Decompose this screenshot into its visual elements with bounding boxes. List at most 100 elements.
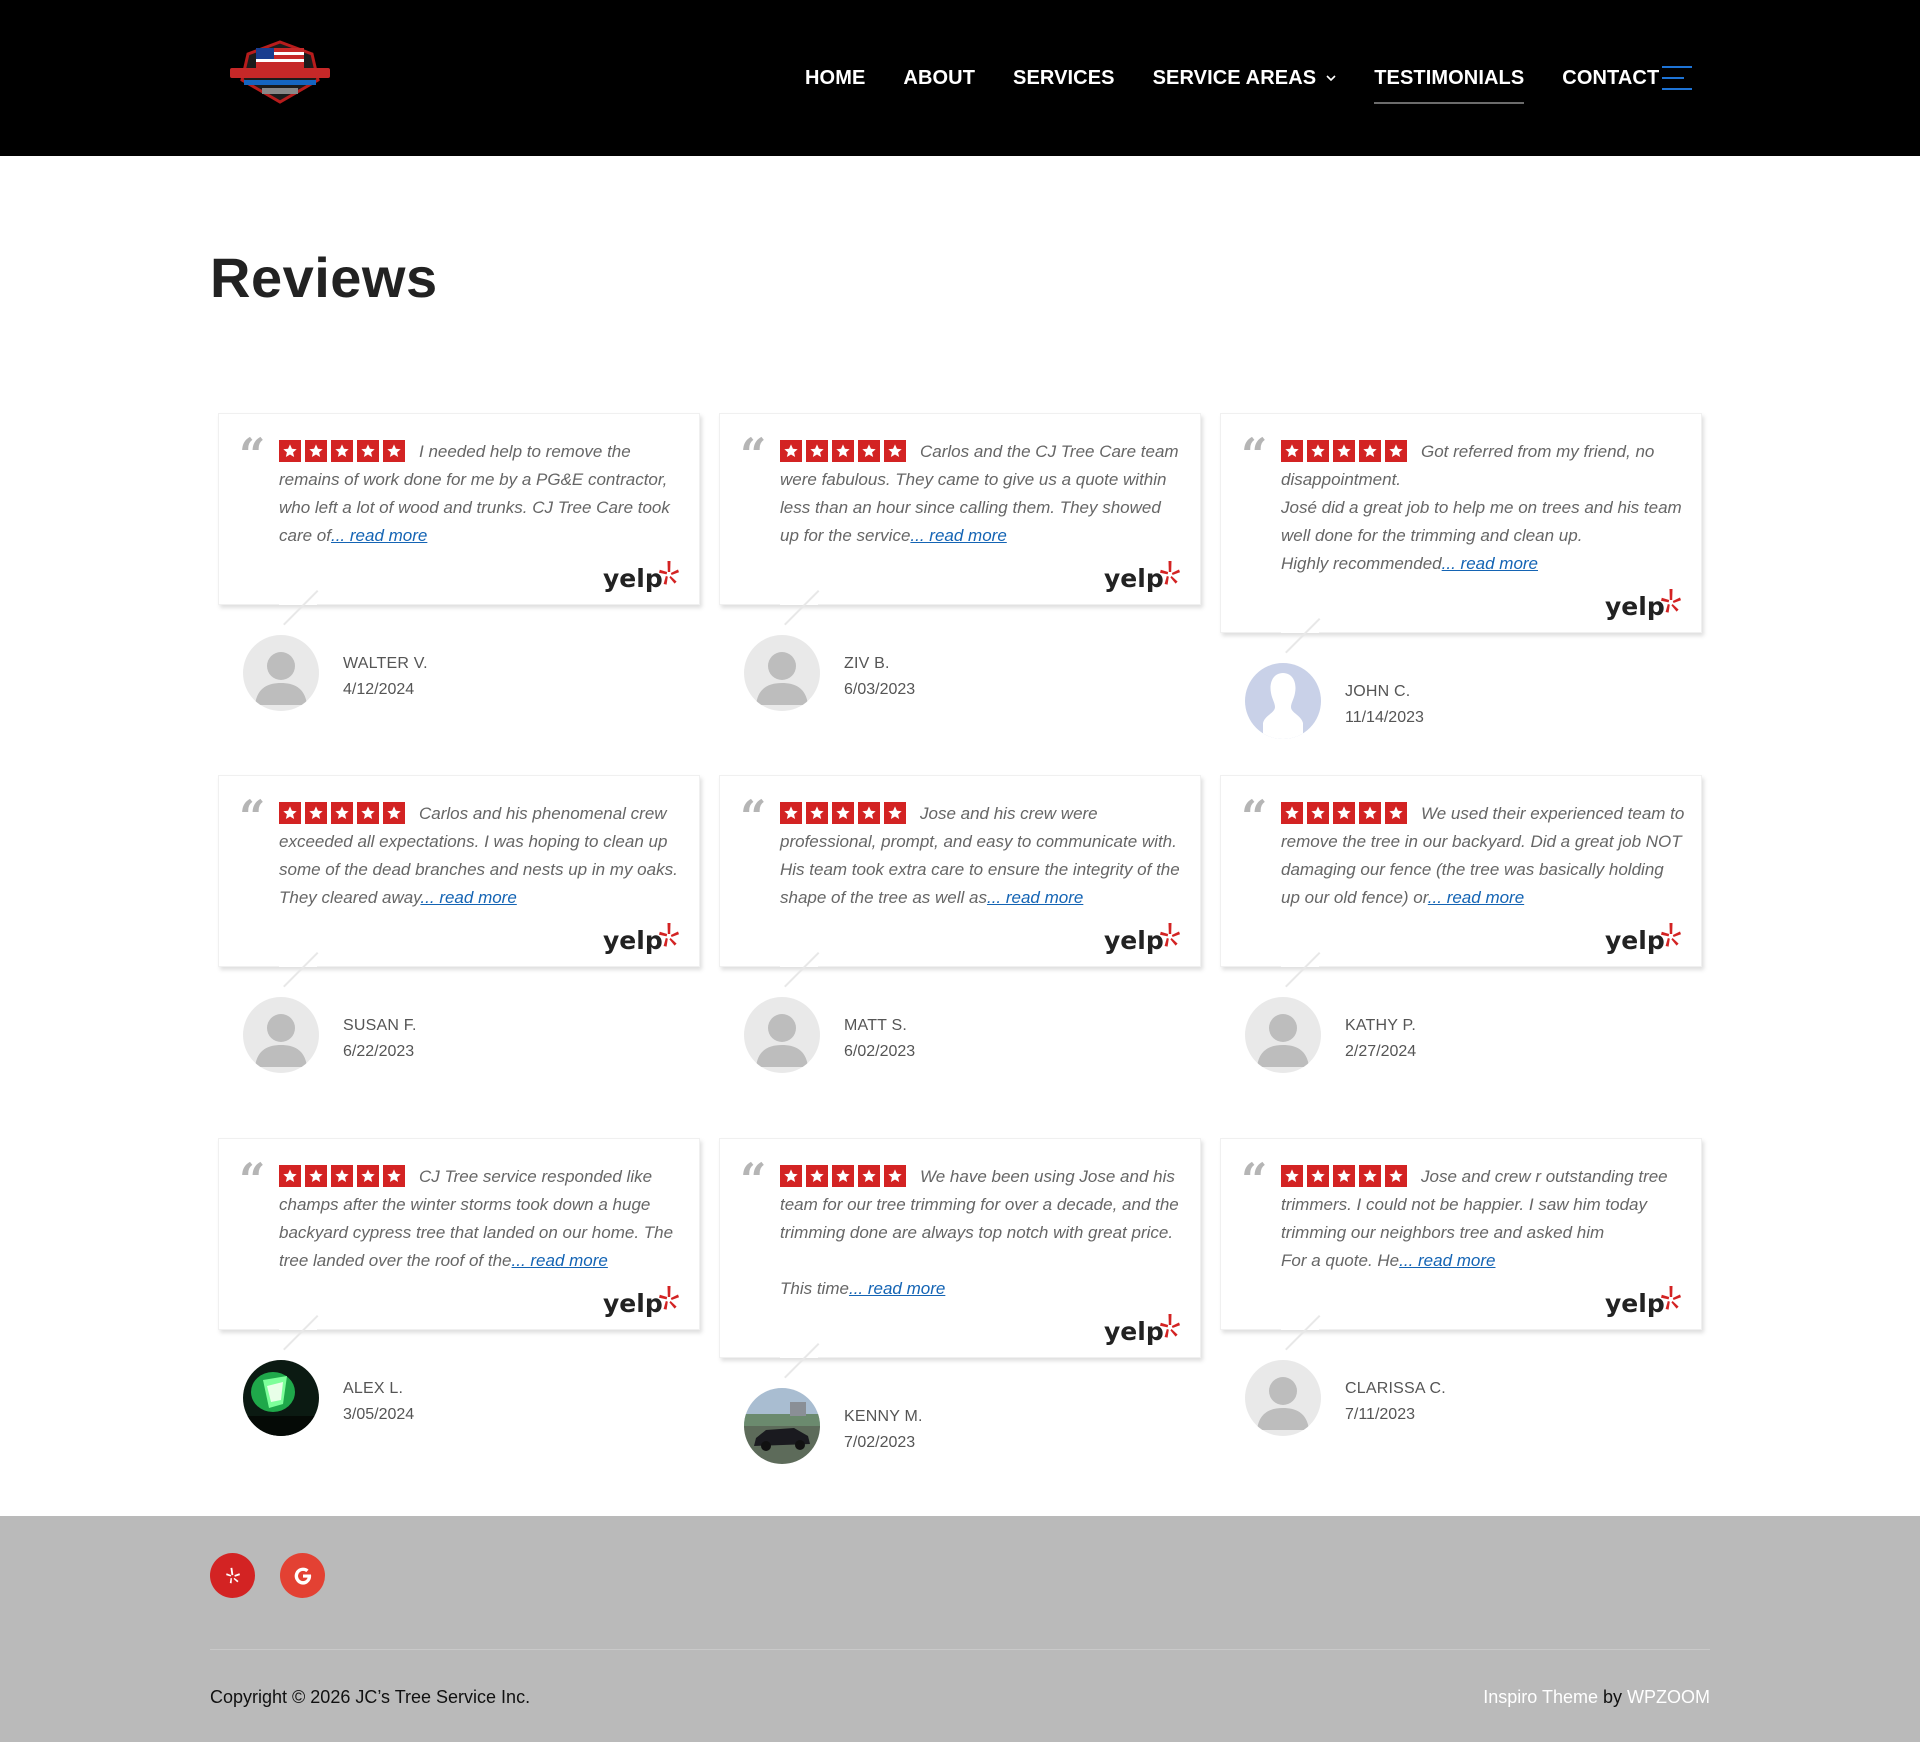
star-icon [383,440,405,462]
read-more-link[interactable]: ... read more [987,888,1083,907]
star-icon [806,440,828,462]
read-more-link[interactable]: ... read more [512,1251,608,1270]
svg-text:yelp: yelp [603,926,663,955]
review-author: ALEX L. 3/05/2024 [218,1360,700,1440]
read-more-link[interactable]: ... read more [420,888,516,907]
yelp-logo-icon[interactable]: yelp [1281,588,1685,622]
review-card: “Got referred from my friend, no disappo… [1220,413,1702,743]
review-body: We used their experienced team to remove… [1281,800,1685,912]
review-date: 6/22/2023 [343,1043,415,1060]
google-icon[interactable] [280,1553,325,1598]
review-author: CLARISSA C. 7/11/2023 [1220,1360,1702,1440]
bubble-tail [784,1343,820,1379]
review-bubble: “Carlos and the CJ Tree Care team were f… [719,413,1201,626]
yelp-logo-icon[interactable]: yelp [279,1285,683,1319]
star-rating [279,1165,409,1187]
nav-testimonials[interactable]: TESTIMONIALS [1374,60,1525,104]
yelp-logo-icon[interactable]: yelp [279,560,683,594]
star-icon [279,802,301,824]
copyright-text: Copyright © 2026 JC’s Tree Service Inc. [210,1687,531,1707]
star-icon [305,440,327,462]
chevron-down-icon [1326,75,1336,82]
review-body: CJ Tree service responded like champs af… [279,1163,683,1275]
review-date: 6/02/2023 [844,1043,916,1060]
avatar [243,997,319,1073]
nav-home[interactable]: HOME [805,60,865,96]
yelp-logo-icon[interactable]: yelp [279,922,683,956]
theme-link[interactable]: Inspiro Theme [1483,1687,1598,1707]
review-body: Jose and crew r outstanding tree trimmer… [1281,1163,1685,1275]
review-card: “Carlos and his phenomenal crew exceeded… [218,775,700,1077]
main-nav: HOME ABOUT SERVICES SERVICE AREAS TESTIM… [805,60,1697,104]
bubble-tail [784,952,820,988]
star-icon [331,802,353,824]
svg-text:yelp: yelp [603,564,663,593]
nav-services[interactable]: SERVICES [1013,60,1115,96]
yelp-logo-icon[interactable]: yelp [780,560,1184,594]
star-icon [884,1165,906,1187]
svg-text:yelp: yelp [1605,1289,1665,1318]
review-bubble: “Jose and crew r outstanding tree trimme… [1220,1138,1702,1351]
svg-text:yelp: yelp [1104,926,1164,955]
read-more-link[interactable]: ... read more [1442,554,1538,573]
review-text-2: This time [780,1279,849,1298]
read-more-link[interactable]: ... read more [849,1279,945,1298]
read-more-link[interactable]: ... read more [331,526,427,545]
svg-text:yelp: yelp [1104,564,1164,593]
nav-about[interactable]: ABOUT [903,60,975,96]
read-more-link[interactable]: ... read more [1428,888,1524,907]
star-icon [1385,1165,1407,1187]
yelp-logo-icon[interactable]: yelp [1281,922,1685,956]
avatar [1245,1360,1321,1436]
review-text-2: For a quote. He [1281,1251,1400,1270]
read-more-link[interactable]: ... read more [910,526,1006,545]
review-body: I needed help to remove the remains of w… [279,438,683,550]
bubble-tail [283,952,319,988]
quote-icon: “ [740,428,767,482]
nav-home-label: HOME [805,66,866,89]
star-icon [884,440,906,462]
star-icon [1359,802,1381,824]
star-icon [1385,440,1407,462]
author-name: ALEX L. [343,1380,404,1397]
review-date: 4/12/2024 [343,681,415,698]
hamburger-menu-icon[interactable] [1662,66,1692,90]
review-date: 7/02/2023 [844,1434,916,1451]
bubble-tail-gap [780,603,818,605]
star-icon [806,802,828,824]
credit-by: by [1597,1687,1627,1707]
yelp-icon[interactable] [210,1553,255,1598]
avatar [1245,663,1321,739]
bubble-tail [784,590,820,626]
author-name: SUSAN F. [343,1017,417,1034]
site-header: HOME ABOUT SERVICES SERVICE AREAS TESTIM… [0,0,1920,156]
review-date: 7/11/2023 [1345,1406,1415,1423]
bubble-tail-gap [1281,965,1319,967]
author-name: ZIV B. [844,655,890,672]
review-author: ZIV B. 6/03/2023 [719,635,1201,715]
review-body: Jose and his crew were professional, pro… [780,800,1184,912]
star-rating [1281,1165,1411,1187]
review-card: “CJ Tree service responded like champs a… [218,1138,700,1440]
star-icon [1307,802,1329,824]
star-icon [1307,440,1329,462]
yelp-logo-icon[interactable]: yelp [780,1313,1184,1347]
star-icon [1281,802,1303,824]
nav-contact[interactable]: CONTACT [1562,60,1659,96]
yelp-logo-icon[interactable]: yelp [780,922,1184,956]
review-text-3: Highly recommended [1281,554,1442,573]
author-name: WALTER V. [343,655,428,672]
nav-service-areas[interactable]: SERVICE AREAS [1153,60,1337,96]
review-date: 11/14/2023 [1345,709,1424,726]
read-more-link[interactable]: ... read more [1399,1251,1495,1270]
bubble-tail-gap [780,1356,818,1358]
review-body: Carlos and his phenomenal crew exceeded … [279,800,683,912]
svg-text:yelp: yelp [1605,926,1665,955]
site-logo[interactable] [226,40,334,104]
yelp-logo-icon[interactable]: yelp [1281,1285,1685,1319]
wpzoom-link[interactable]: WPZOOM [1627,1687,1710,1707]
quote-icon: “ [1241,790,1268,844]
star-icon [357,440,379,462]
quote-icon: “ [239,428,266,482]
star-icon [357,802,379,824]
